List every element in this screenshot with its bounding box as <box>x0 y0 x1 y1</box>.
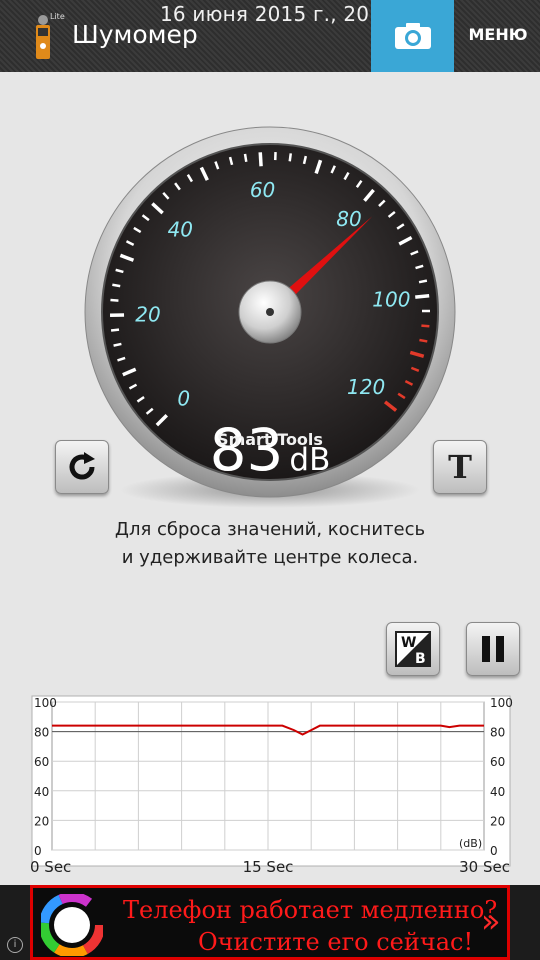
gauge-tick <box>258 152 263 167</box>
brand-label: Smart Tools <box>217 430 323 449</box>
y-tick-left: 60 <box>34 755 49 769</box>
y-tick-left: 40 <box>34 785 49 799</box>
gauge-scale-label: 60 <box>250 178 275 202</box>
ad-info-icon[interactable]: i <box>7 937 23 953</box>
refresh-icon <box>69 452 95 480</box>
gauge-tick <box>112 283 121 288</box>
ad-headline: Телефон работает медленно? <box>123 896 498 924</box>
sound-level-value: 83 <box>209 416 284 484</box>
sound-level-readout: 83 dB <box>170 416 370 484</box>
reset-hint-line1: Для сброса значений, коснитесь <box>114 519 426 540</box>
camera-button[interactable] <box>371 0 454 72</box>
app-title: Шумомер <box>72 20 198 49</box>
white-black-button[interactable]: W B <box>386 622 440 676</box>
text-size-button[interactable]: T <box>433 440 487 494</box>
lite-badge: Lite <box>50 12 65 21</box>
gauge-scale-label: 100 <box>372 288 410 312</box>
y-tick-right: 0 <box>490 844 498 858</box>
y-tick-right: 60 <box>490 755 505 769</box>
gauge-tick <box>243 153 248 163</box>
gauge-tick <box>110 298 119 302</box>
menu-button[interactable]: МЕНЮ <box>456 25 540 44</box>
text-size-icon: T <box>448 448 472 486</box>
gauge-tick <box>421 324 430 328</box>
x-tick-label: 30 Sec <box>459 858 510 875</box>
ad-arrow-icon: » <box>481 902 501 940</box>
gauge-tick <box>419 338 428 343</box>
gauge-scale-label: 80 <box>336 207 361 231</box>
y-tick-right: 80 <box>490 726 505 740</box>
y-tick-left: 0 <box>34 844 42 858</box>
gauge-tick <box>110 328 120 332</box>
gauge-scale-label: 0 <box>177 386 190 410</box>
gauge-tick <box>418 279 428 284</box>
y-tick-left: 20 <box>34 814 49 828</box>
chart-unit-label: (dB) <box>459 837 483 850</box>
ad-subline: Очистите его сейчас! <box>198 928 474 956</box>
y-tick-left: 80 <box>34 726 49 740</box>
history-chart: 100 100 80 80 60 60 40 40 20 20 0 0 0 Sec 15 Sec 30 Se… <box>0 690 540 876</box>
gauge-scale-label: 120 <box>347 375 385 399</box>
color-wheel-icon <box>41 894 103 956</box>
app-logo-icon <box>36 15 50 59</box>
x-tick-label: 0 Sec <box>30 858 71 875</box>
y-tick-right: 40 <box>490 785 505 799</box>
gauge-tick <box>415 293 430 299</box>
gauge-tick <box>288 153 293 162</box>
pause-button[interactable] <box>466 622 520 676</box>
reset-hint: Для сброса значений, коснитесь и удержив… <box>60 516 480 572</box>
reset-hint-line2: и удерживайте центре колеса. <box>121 547 419 568</box>
y-tick-right: 100 <box>490 696 513 710</box>
pause-icon <box>482 636 504 662</box>
y-tick-left: 100 <box>34 696 57 710</box>
camera-icon <box>394 23 431 49</box>
gauge-scale-label: 20 <box>135 302 160 326</box>
ad-banner[interactable]: i Телефон работает медленно? Очистите ег… <box>0 885 540 960</box>
wb-letter-w: W <box>401 635 416 651</box>
white-black-icon: W B <box>395 631 431 667</box>
y-tick-right: 20 <box>490 814 505 828</box>
gauge-tick <box>113 342 122 347</box>
gauge-tick <box>302 155 308 165</box>
gauge-scale-label: 40 <box>168 217 193 241</box>
ad-content[interactable]: Телефон работает медленно? Очистите его … <box>30 885 510 960</box>
action-bar: 16 июня 2015 г., 20:32 Lite Шумомер МЕНЮ <box>0 0 540 72</box>
reset-button[interactable] <box>55 440 109 494</box>
x-tick-label: 15 Sec <box>243 858 294 875</box>
wb-letter-b: B <box>415 651 426 667</box>
